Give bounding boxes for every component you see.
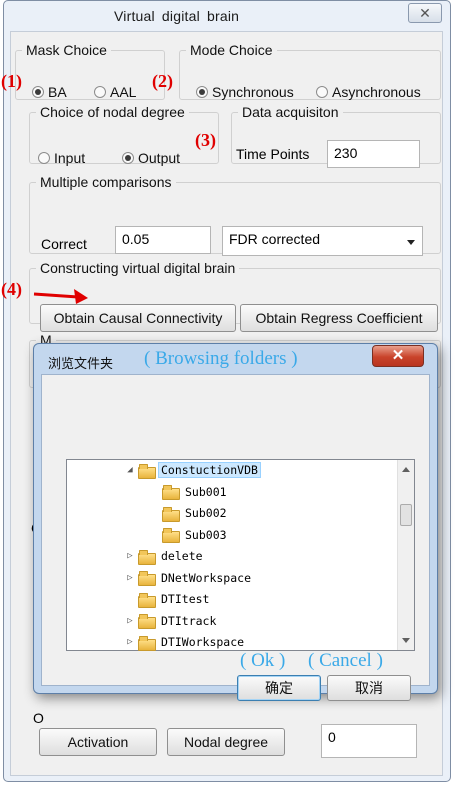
- browse-folder-dialog: 浏览文件夹 ( Browsing folders ) ✕ ◢ Constuctio…: [33, 343, 438, 694]
- radio-aal-label: AAL: [110, 84, 137, 100]
- nodal-degree-legend: Choice of nodal degree: [40, 104, 185, 120]
- tree-row[interactable]: ▷ DTItrack: [125, 611, 219, 631]
- folder-icon: [138, 635, 156, 651]
- radio-ba-label: BA: [48, 84, 67, 100]
- window-title: Virtual digital brain: [114, 8, 240, 24]
- tree-item-label: DNetWorkspace: [161, 570, 252, 585]
- close-icon: ✕: [391, 347, 405, 364]
- correct-label: Correct: [41, 236, 87, 252]
- title-bar[interactable]: Virtual digital brain ✕: [4, 1, 450, 31]
- background-value-box[interactable]: 0: [321, 724, 417, 758]
- tree-item-label: Sub001: [185, 484, 227, 499]
- tree-scrollbar[interactable]: [397, 460, 414, 650]
- radio-input-indicator[interactable]: [38, 152, 50, 164]
- folder-icon: [162, 506, 180, 522]
- mask-choice-legend: Mask Choice: [26, 42, 107, 58]
- annotation-1: (1): [1, 71, 22, 91]
- folder-icon: [138, 592, 156, 608]
- radio-input-label: Input: [54, 150, 86, 166]
- tree-row[interactable]: Sub001: [149, 482, 230, 502]
- tree-row[interactable]: ▷ DTIWorkspace: [125, 632, 247, 652]
- scroll-thumb[interactable]: [400, 504, 412, 526]
- radio-ba-indicator[interactable]: [32, 86, 44, 98]
- radio-output[interactable]: Output: [122, 150, 180, 166]
- folder-icon: [138, 571, 156, 586]
- mode-choice-legend: Mode Choice: [190, 42, 273, 58]
- tree-row[interactable]: Sub003: [149, 525, 230, 545]
- ok-annotation: ( Ok ): [240, 650, 286, 671]
- ok-button[interactable]: 确定: [237, 675, 321, 701]
- tree-row[interactable]: ▷ delete: [125, 546, 206, 566]
- radio-input[interactable]: Input: [38, 150, 85, 166]
- time-points-input[interactable]: 230: [327, 140, 420, 168]
- correction-method-value: FDR corrected: [229, 231, 321, 247]
- correction-method-select[interactable]: FDR corrected: [222, 226, 423, 256]
- constructing-legend: Constructing virtual digital brain: [40, 260, 236, 276]
- mode-choice-group: Mode Choice Synchronous Asynchronous: [179, 42, 441, 100]
- multiple-comparisons-legend: Multiple comparisons: [40, 174, 172, 190]
- obtain-causal-connectivity-button[interactable]: Obtain Causal Connectivity: [40, 304, 236, 332]
- tree-item-label: Sub003: [185, 527, 227, 542]
- folder-icon: [138, 614, 156, 629]
- red-arrow-icon: [33, 289, 88, 304]
- expander-icon[interactable]: ▷: [125, 637, 135, 647]
- radio-aal[interactable]: AAL: [94, 84, 136, 100]
- obtain-regress-coefficient-button[interactable]: Obtain Regress Coefficient: [240, 304, 438, 332]
- nodal-degree-button[interactable]: Nodal degree: [167, 728, 285, 756]
- folder-icon: [138, 549, 156, 565]
- radio-ba[interactable]: BA: [32, 84, 67, 100]
- tree-item-label: DTItest: [161, 592, 210, 606]
- multiple-comparisons-group: Multiple comparisons Correct 0.05 FDR co…: [29, 174, 441, 256]
- folder-icon: [162, 485, 180, 500]
- mask-choice-group: Mask Choice BA AAL: [15, 42, 165, 100]
- dialog-title-translation: ( Browsing folders ): [144, 348, 298, 369]
- data-acquisition-legend: Data acquisiton: [242, 104, 339, 120]
- activation-button[interactable]: Activation: [39, 728, 157, 756]
- data-acquisition-group: Data acquisiton Time Points 230: [231, 104, 441, 168]
- tree-item-label: delete: [161, 549, 203, 563]
- tree-row[interactable]: ▷ DNetWorkspace: [125, 568, 254, 588]
- tree-row[interactable]: DTItest: [125, 589, 212, 609]
- expander-icon[interactable]: ▷: [125, 551, 135, 561]
- tree-row[interactable]: ◢ ConstuctionVDB: [125, 460, 261, 480]
- annotation-3: (3): [195, 130, 216, 150]
- cancel-annotation: ( Cancel ): [308, 650, 383, 671]
- radio-output-label: Output: [138, 150, 181, 166]
- radio-synchronous[interactable]: Synchronous: [196, 84, 294, 100]
- expander-icon[interactable]: ▷: [125, 616, 135, 626]
- chevron-down-icon: [407, 240, 415, 245]
- folder-icon: [138, 463, 156, 479]
- close-button[interactable]: ✕: [408, 3, 442, 23]
- tree-row[interactable]: Sub002: [149, 503, 230, 523]
- annotation-4: (4): [1, 279, 22, 299]
- scroll-up-icon[interactable]: [402, 467, 410, 472]
- radio-asynchronous[interactable]: Asynchronous: [316, 84, 421, 100]
- radio-synchronous-indicator[interactable]: [196, 86, 208, 98]
- folder-tree[interactable]: ◢ ConstuctionVDB Sub001 Sub002 Sub003 ▷ delete…: [66, 459, 415, 651]
- bg-label-o: O: [33, 710, 44, 726]
- close-icon: ✕: [419, 5, 431, 21]
- radio-aal-indicator[interactable]: [94, 86, 106, 98]
- tree-item-label: Sub002: [185, 506, 227, 520]
- dialog-title: 浏览文件夹: [48, 356, 114, 371]
- expander-icon[interactable]: ◢: [125, 465, 135, 475]
- tree-item-label: ConstuctionVDB: [158, 462, 261, 478]
- tree-item-label: DTItrack: [161, 613, 217, 628]
- time-points-label: Time Points: [236, 146, 310, 162]
- expander-icon[interactable]: ▷: [125, 573, 135, 583]
- constructing-group: Constructing virtual digital brain Obtai…: [29, 260, 441, 332]
- correct-input[interactable]: 0.05: [115, 226, 211, 254]
- radio-output-indicator[interactable]: [122, 152, 134, 164]
- annotation-2: (2): [152, 71, 173, 91]
- radio-asynchronous-label: Asynchronous: [332, 84, 421, 100]
- cancel-button[interactable]: 取消: [327, 675, 411, 701]
- nodal-degree-group: Choice of nodal degree Input Output: [29, 104, 219, 166]
- dialog-body: ◢ ConstuctionVDB Sub001 Sub002 Sub003 ▷ delete…: [41, 374, 430, 686]
- radio-asynchronous-indicator[interactable]: [316, 86, 328, 98]
- scroll-down-icon[interactable]: [402, 638, 410, 643]
- dialog-close-button[interactable]: ✕: [372, 345, 424, 367]
- tree-item-label: DTIWorkspace: [161, 635, 245, 649]
- radio-synchronous-label: Synchronous: [212, 84, 294, 100]
- folder-icon: [162, 528, 180, 543]
